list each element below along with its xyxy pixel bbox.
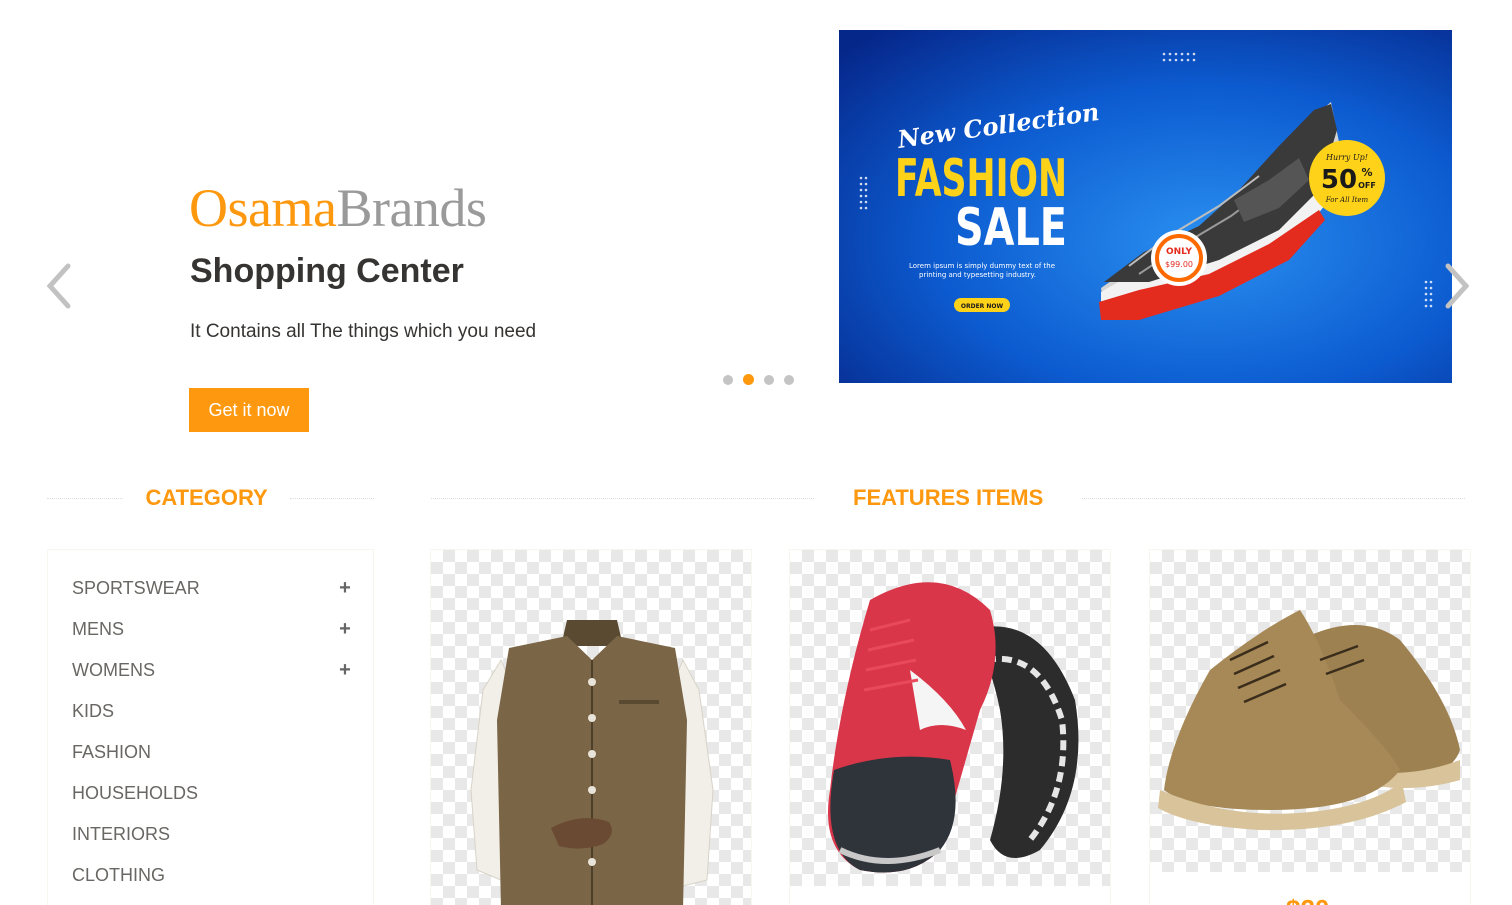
banner-order-label: ORDER NOW <box>961 303 1004 310</box>
sneakers-image <box>828 582 1079 873</box>
features-title: FEATURES ITEMS <box>853 485 1044 510</box>
category-item-label: INTERIORS <box>72 823 171 844</box>
hero-slider: OsamaBrands Shopping Center It Contains … <box>0 0 1512 460</box>
category-item-label: MENS <box>72 618 125 639</box>
slide-indicator-2[interactable] <box>742 373 755 386</box>
category-item-label: SPORTSWEAR <box>72 577 200 598</box>
category-item-mens[interactable]: MENS + <box>72 617 352 641</box>
svg-text:OFF: OFF <box>1358 181 1376 190</box>
svg-text:For All Item: For All Item <box>1325 196 1369 204</box>
product-image-sneakers[interactable] <box>790 550 1110 886</box>
slide-indicator-1[interactable] <box>722 373 734 386</box>
category-panel: SPORTSWEAR + MENS + WOMENS + KIDS FASHIO… <box>47 549 374 905</box>
only-price-tag: ONLY $99.00 <box>1151 230 1207 286</box>
banner-graphic: New Collection FASHION SALE Lorem ipsum … <box>839 30 1452 383</box>
svg-text:Hurry Up!: Hurry Up! <box>1325 153 1368 162</box>
banner-body-line1: Lorem ipsum is simply dummy text of the <box>909 262 1055 270</box>
hero-tagline: It Contains all The things which you nee… <box>190 321 537 342</box>
plus-icon[interactable]: + <box>338 577 352 600</box>
product-card-leather-shoes[interactable]: $20 <box>1149 549 1471 905</box>
fashion-sale-banner: New Collection FASHION SALE Lorem ipsum … <box>839 30 1452 383</box>
slider-prev-chevron-icon[interactable] <box>44 262 74 310</box>
banner-body-line2: printing and typesetting industry. <box>919 271 1036 279</box>
category-item-clothing[interactable]: CLOTHING <box>72 863 352 887</box>
hero-subtitle: Shopping Center <box>190 252 464 290</box>
waistcoat-image <box>470 620 714 905</box>
heading-divider <box>289 497 374 499</box>
product-image-leather-shoes[interactable] <box>1150 550 1470 872</box>
category-item-label: FASHION <box>72 741 152 762</box>
svg-text:%: % <box>1361 166 1372 179</box>
category-item-label: HOUSEHOLDS <box>72 782 199 803</box>
category-title: CATEGORY <box>145 485 268 510</box>
brand-logo-text: OsamaBrands <box>189 178 487 238</box>
category-item-households[interactable]: HOUSEHOLDS <box>72 781 352 805</box>
product-image-waistcoat[interactable] <box>431 550 751 905</box>
leather-shoes-image <box>1158 610 1460 831</box>
get-it-now-button[interactable]: Get it now <box>189 388 309 432</box>
product-price: $20 <box>1286 894 1329 905</box>
svg-text:50: 50 <box>1321 165 1357 195</box>
product-card-sneakers[interactable] <box>789 549 1111 905</box>
slide-indicator-3[interactable] <box>763 373 775 386</box>
heading-divider <box>1082 497 1466 499</box>
heading-divider <box>47 497 124 499</box>
category-item-kids[interactable]: KIDS <box>72 699 352 723</box>
svg-text:$99.00: $99.00 <box>1165 260 1193 269</box>
category-item-fashion[interactable]: FASHION <box>72 740 352 764</box>
heading-divider <box>431 497 814 499</box>
features-heading: FEATURES ITEMS <box>431 485 1471 511</box>
slider-next-chevron-icon[interactable] <box>1442 262 1472 310</box>
plus-icon[interactable]: + <box>338 618 352 641</box>
category-item-label: CLOTHING <box>72 864 166 885</box>
brand-part1: Osama <box>189 178 337 238</box>
plus-icon[interactable]: + <box>338 659 352 682</box>
svg-text:ONLY: ONLY <box>1166 247 1193 257</box>
slide-indicator-4[interactable] <box>783 373 795 386</box>
category-item-womens[interactable]: WOMENS + <box>72 658 352 682</box>
category-item-interiors[interactable]: INTERIORS <box>72 822 352 846</box>
category-heading: CATEGORY <box>47 485 374 511</box>
banner-line3: SALE <box>955 198 1067 258</box>
category-item-label: KIDS <box>72 700 115 721</box>
discount-tag: Hurry Up! 50 % OFF For All Item <box>1309 140 1385 216</box>
category-item-sportswear[interactable]: SPORTSWEAR + <box>72 576 352 600</box>
category-item-label: WOMENS <box>72 659 155 680</box>
product-card-waistcoat[interactable] <box>430 549 752 905</box>
slider-indicators <box>722 373 795 386</box>
brand-part2: Brands <box>336 178 487 238</box>
